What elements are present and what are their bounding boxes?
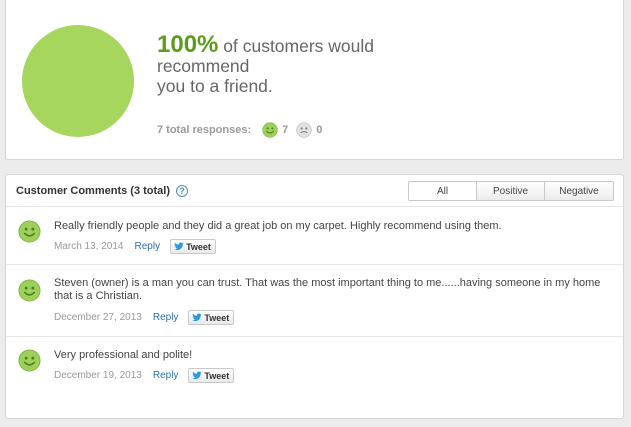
comment-item: Steven (owner) is a man you can trust. T…: [6, 265, 623, 337]
reply-link[interactable]: Reply: [135, 241, 161, 252]
twitter-bird-icon: [174, 242, 184, 251]
filter-all-button[interactable]: All: [409, 182, 477, 200]
comment-filter-group: All Positive Negative: [408, 181, 614, 201]
help-icon[interactable]: ?: [176, 185, 189, 197]
comment-meta: December 27, 2013 Reply Tweet: [54, 310, 235, 325]
responses-label: 7 total responses:: [157, 124, 252, 136]
comment-date: March 13, 2014: [54, 241, 124, 252]
smiley-icon: [18, 349, 41, 372]
headline-line2: recommend: [157, 56, 250, 76]
comment-text: Very professional and polite!: [54, 349, 193, 361]
comments-header: Customer Comments (3 total) ? All Positi…: [6, 175, 623, 207]
reply-link[interactable]: Reply: [153, 312, 179, 323]
comment-item: Very professional and polite! December 1…: [6, 337, 623, 393]
filter-positive-button[interactable]: Positive: [477, 182, 545, 200]
recommendation-summary-card: 100% of customers would recommend you to…: [5, 0, 624, 160]
tweet-label: Tweet: [186, 241, 211, 252]
recommend-percent: 100%: [157, 31, 219, 58]
comment-item: Really friendly people and they did a gr…: [6, 208, 623, 265]
total-responses: 7 total responses: 7 0: [157, 122, 330, 138]
comment-meta: March 13, 2014 Reply Tweet: [54, 239, 216, 254]
comment-meta: December 19, 2013 Reply Tweet: [54, 368, 235, 383]
neutral-face-icon: [296, 122, 312, 138]
twitter-bird-icon: [192, 313, 202, 322]
comment-text: Steven (owner) is a man you can trust. T…: [54, 277, 601, 302]
positive-count: 7: [282, 124, 289, 136]
comments-title: Customer Comments (3 total) ?: [16, 185, 189, 197]
customer-comments-card: Customer Comments (3 total) ? All Positi…: [5, 174, 624, 419]
reply-link[interactable]: Reply: [153, 370, 179, 381]
comment-date: December 27, 2013: [54, 312, 142, 323]
tweet-button[interactable]: Tweet: [188, 310, 235, 325]
recommendation-headline: 100% of customers would recommend you to…: [157, 33, 437, 97]
twitter-bird-icon: [192, 371, 202, 380]
headline-line1: of customers would: [218, 36, 375, 56]
negative-count: 0: [316, 124, 323, 136]
comments-title-text: Customer Comments (3 total): [16, 185, 171, 197]
smiley-icon: [262, 122, 278, 138]
headline-line3: you to a friend.: [157, 76, 273, 96]
smiley-icon: [18, 220, 41, 243]
tweet-button[interactable]: Tweet: [170, 239, 216, 254]
tweet-label: Tweet: [204, 312, 230, 323]
smiley-icon: [18, 279, 41, 302]
recommendation-pie-chart: [22, 25, 134, 137]
tweet-label: Tweet: [204, 370, 230, 381]
filter-negative-button[interactable]: Negative: [545, 182, 613, 200]
tweet-button[interactable]: Tweet: [188, 368, 235, 383]
comment-date: December 19, 2013: [54, 370, 142, 381]
comment-text: Really friendly people and they did a gr…: [54, 220, 502, 232]
